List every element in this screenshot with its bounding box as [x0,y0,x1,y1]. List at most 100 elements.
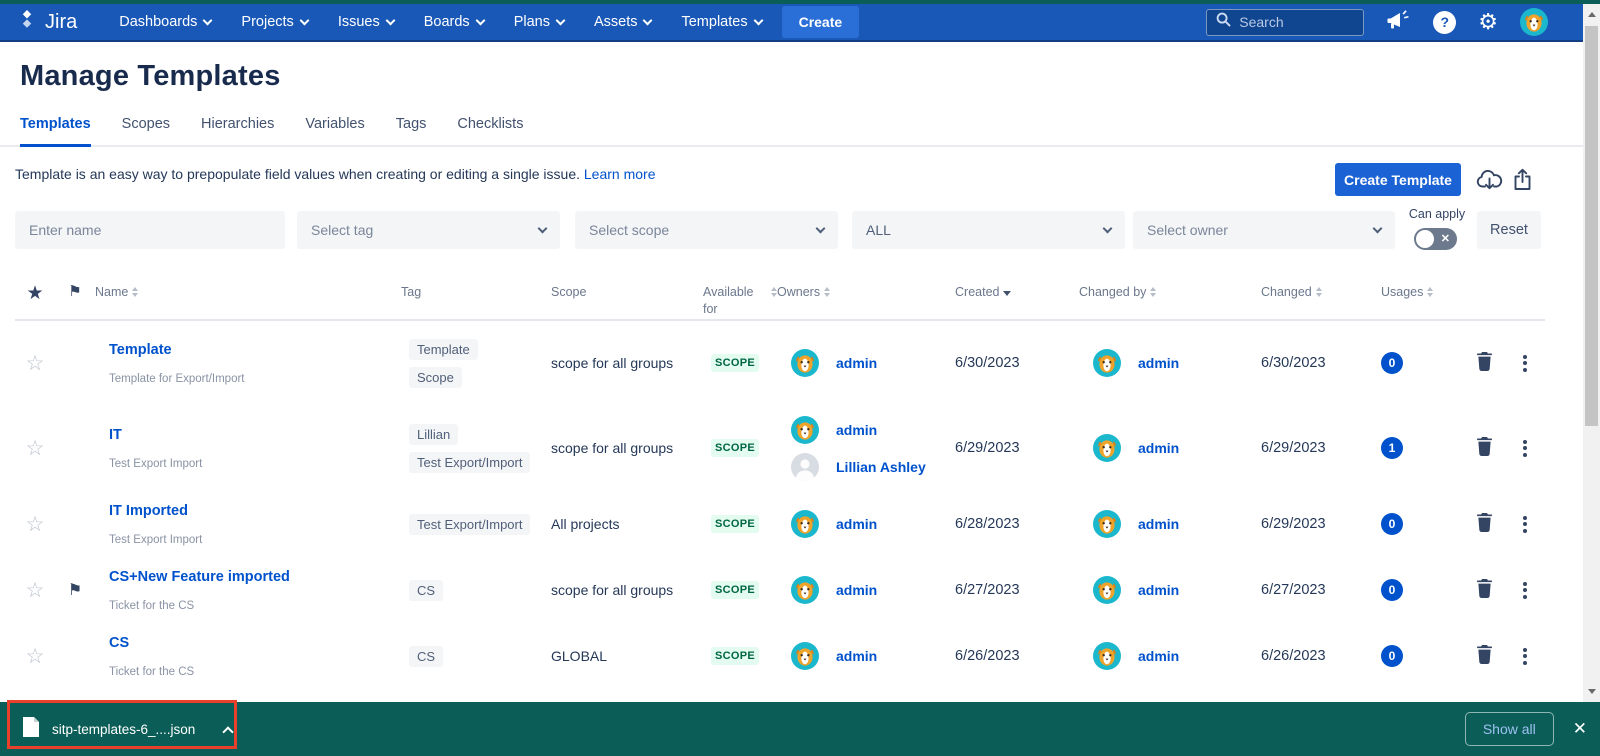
jira-logo-icon [16,8,38,36]
nav-item-issues[interactable]: Issues [338,14,394,30]
usages-badge[interactable]: 1 [1381,437,1403,459]
scrollbar-down-arrow[interactable] [1583,683,1600,700]
template-name-link[interactable]: CS [109,635,401,651]
kebab-icon [1523,440,1527,457]
template-name-link[interactable]: IT Imported [109,503,401,519]
owner-link[interactable]: admin [836,422,877,438]
dog-avatar [1093,576,1121,604]
owner-filter-select[interactable]: Select owner [1133,211,1395,249]
changed-by-link[interactable]: admin [1138,355,1179,371]
more-actions-button[interactable] [1521,580,1529,601]
owner-link[interactable]: admin [836,582,877,598]
favorite-star-icon[interactable]: ☆ [26,436,45,461]
reset-button[interactable]: Reset [1477,211,1541,249]
announcements-icon[interactable] [1386,9,1411,36]
col-header-changed-by[interactable]: Changed by [1079,284,1261,301]
more-actions-button[interactable] [1521,514,1529,535]
user-avatar[interactable] [1520,8,1548,36]
scrollbar-up-arrow[interactable] [1583,6,1600,23]
name-cell: CS+New Feature importedTicket for the CS [95,569,401,612]
usages-badge[interactable]: 0 [1381,352,1403,374]
can-apply-toggle[interactable]: ✕ [1414,228,1457,250]
learn-more-link[interactable]: Learn more [584,166,656,182]
tab-templates[interactable]: Templates [20,116,91,147]
tab-variables[interactable]: Variables [305,116,364,145]
tab-scopes[interactable]: Scopes [122,116,170,145]
type-filter-select[interactable]: ALL [852,211,1125,249]
dog-avatar [791,576,819,604]
chevron-down-icon [753,15,763,25]
favorite-star-icon[interactable]: ☆ [26,351,45,376]
create-button[interactable]: Create [782,6,860,38]
nav-item-dashboards[interactable]: Dashboards [119,14,211,30]
search-input[interactable] [1239,14,1349,30]
favorite-star-icon[interactable]: ☆ [26,578,45,603]
nav-item-boards[interactable]: Boards [424,14,484,30]
col-header-name[interactable]: Name [95,284,401,301]
col-header-owners[interactable]: Owners [777,284,955,301]
nav-item-plans[interactable]: Plans [514,14,564,30]
changed-by-link[interactable]: admin [1138,648,1179,664]
changed-by-link[interactable]: admin [1138,440,1179,456]
template-name-link[interactable]: Template [109,342,401,358]
jira-logo[interactable]: Jira [16,8,77,36]
more-actions-button[interactable] [1521,646,1529,667]
help-icon[interactable]: ? [1433,11,1456,34]
delete-button[interactable] [1474,435,1495,461]
global-search[interactable] [1206,9,1364,36]
nav-right-cluster: ? ⚙ [1206,8,1548,36]
changed-date: 6/29/2023 [1261,516,1381,532]
page-scrollbar[interactable] [1583,4,1600,702]
nav-item-label: Plans [514,14,550,30]
owner-link[interactable]: admin [836,648,877,664]
downloaded-file-chip[interactable]: sitp-templates-6_....json [23,717,232,742]
chevron-down-icon [643,15,653,25]
delete-button[interactable] [1474,577,1495,603]
close-download-bar-icon[interactable]: ✕ [1573,719,1587,739]
col-header-available-for[interactable]: Available for [703,284,777,318]
tab-tags[interactable]: Tags [396,116,427,145]
scope-text: scope for all groups [551,440,703,456]
template-name-link[interactable]: IT [109,427,401,443]
owner-link[interactable]: admin [836,355,877,371]
owner-link[interactable]: Lillian Ashley [836,459,926,475]
star-column-header[interactable]: ★ [26,281,43,307]
usages-badge[interactable]: 0 [1381,579,1403,601]
more-actions-button[interactable] [1521,438,1529,459]
chevron-up-icon[interactable] [224,723,232,736]
col-header-created[interactable]: Created [955,284,1079,301]
tag-filter-select[interactable]: Select tag [297,211,560,249]
more-actions-button[interactable] [1521,353,1529,374]
scope-filter-select[interactable]: Select scope [575,211,838,249]
settings-gear-icon[interactable]: ⚙ [1478,11,1498,33]
delete-button[interactable] [1474,350,1495,376]
template-name-link[interactable]: CS+New Feature imported [109,569,401,585]
usages-badge[interactable]: 0 [1381,513,1403,535]
col-header-usages[interactable]: Usages [1381,284,1441,301]
export-button[interactable] [1510,166,1535,196]
create-template-button[interactable]: Create Template [1335,163,1461,196]
nav-item-projects[interactable]: Projects [241,14,307,30]
col-header-changed[interactable]: Changed [1261,284,1381,301]
delete-button[interactable] [1474,643,1495,669]
changed-date: 6/29/2023 [1261,440,1381,456]
name-filter-input[interactable] [29,222,271,238]
owner-link[interactable]: admin [836,516,877,532]
usages-badge[interactable]: 0 [1381,645,1403,667]
favorite-star-icon[interactable]: ☆ [26,512,45,537]
flag-column-header[interactable]: ⚑ [68,282,81,302]
changed-by-link[interactable]: admin [1138,582,1179,598]
nav-item-assets[interactable]: Assets [594,14,652,30]
scrollbar-thumb[interactable] [1585,26,1598,426]
changed-by-link[interactable]: admin [1138,516,1179,532]
nav-item-templates[interactable]: Templates [681,14,761,30]
trash-icon [1476,352,1493,371]
owners-cell: admin [777,576,955,604]
tab-checklists[interactable]: Checklists [457,116,523,145]
tab-hierarchies[interactable]: Hierarchies [201,116,274,145]
name-filter[interactable] [15,211,285,249]
show-all-button[interactable]: Show all [1465,712,1554,746]
favorite-star-icon[interactable]: ☆ [26,644,45,669]
delete-button[interactable] [1474,511,1495,537]
import-from-cloud-button[interactable] [1474,166,1505,196]
